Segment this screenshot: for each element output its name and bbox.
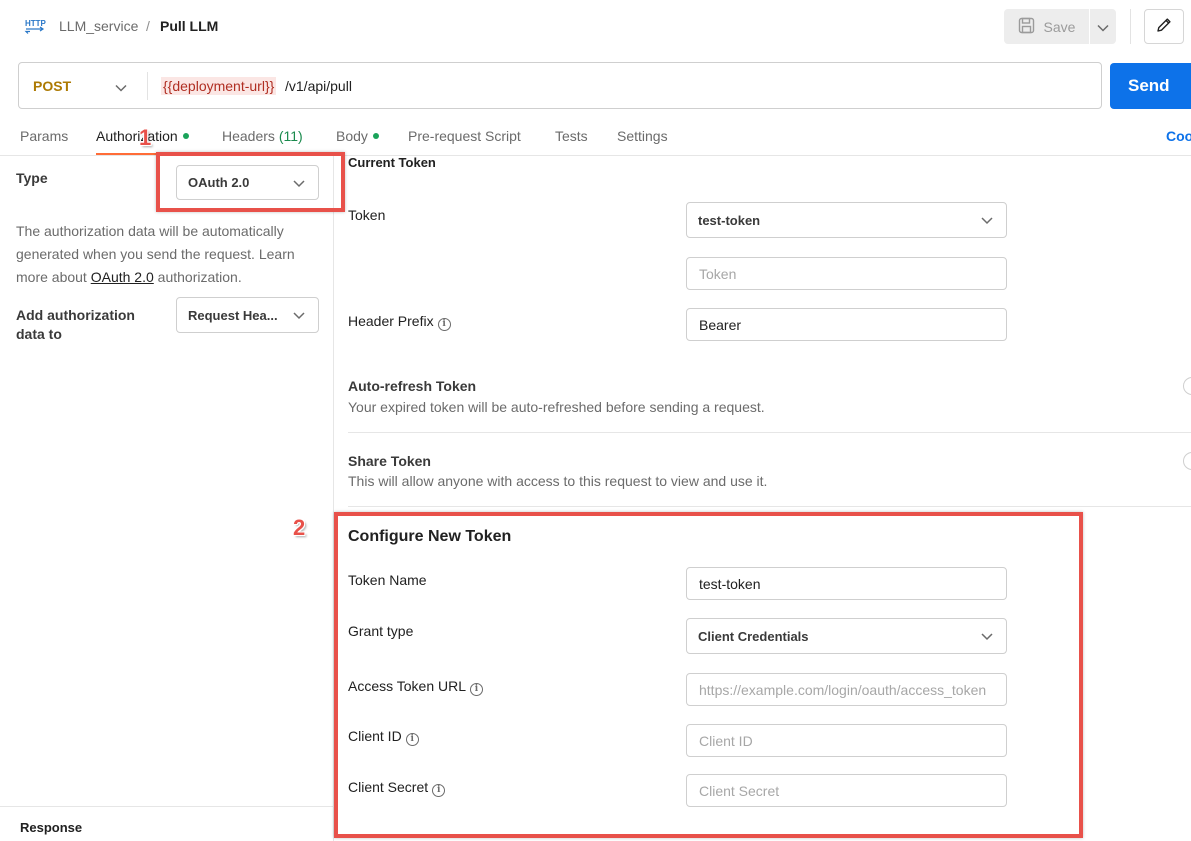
tab-headers[interactable]: Headers (11) xyxy=(222,128,303,144)
tab-label: Authorization xyxy=(96,128,178,144)
tab-settings[interactable]: Settings xyxy=(617,128,668,144)
chevron-down-icon xyxy=(981,213,993,228)
breadcrumb-separator: / xyxy=(146,18,150,34)
share-token-description: This will allow anyone with access to th… xyxy=(348,473,768,489)
tab-label: Tests xyxy=(555,128,588,144)
divider xyxy=(0,806,334,807)
svg-text:HTTP: HTTP xyxy=(25,19,46,28)
chevron-down-icon[interactable] xyxy=(115,79,127,95)
url-input[interactable]: /v1/api/pull xyxy=(285,78,352,94)
response-panel-title[interactable]: Response xyxy=(20,820,82,835)
auto-refresh-toggle[interactable] xyxy=(1183,377,1191,395)
share-token-title: Share Token xyxy=(348,453,431,469)
save-button[interactable]: Save xyxy=(1004,9,1089,44)
headers-count: (11) xyxy=(278,128,303,144)
annotation-box-2 xyxy=(334,512,1083,838)
divider xyxy=(1130,9,1131,44)
chevron-down-icon xyxy=(293,308,305,323)
token-select[interactable]: test-token xyxy=(686,202,1007,238)
tab-params[interactable]: Params xyxy=(20,128,68,144)
breadcrumb-request-name[interactable]: Pull LLM xyxy=(160,18,218,34)
status-dot xyxy=(182,133,189,139)
tab-label: Pre-request Script xyxy=(408,128,521,144)
token-label: Token xyxy=(348,207,386,223)
auth-type-label: Type xyxy=(16,170,48,186)
add-auth-data-select[interactable]: Request Hea... xyxy=(176,297,319,333)
divider xyxy=(147,72,148,100)
url-environment-variable[interactable]: {{deployment-url}} xyxy=(161,77,277,95)
send-button[interactable]: Send xyxy=(1110,63,1191,109)
pencil-icon xyxy=(1155,16,1173,37)
edit-button[interactable] xyxy=(1144,9,1184,44)
tab-label: Settings xyxy=(617,128,668,144)
oauth-docs-link[interactable]: OAuth 2.0 xyxy=(91,269,154,285)
divider xyxy=(348,432,1191,433)
url-bar: POST {{deployment-url}} /v1/api/pull xyxy=(18,62,1102,109)
annotation-marker-1: 1 xyxy=(139,125,152,150)
add-auth-data-value: Request Hea... xyxy=(188,307,278,323)
tab-label: Headers xyxy=(222,128,275,144)
request-header: HTTP LLM_service / Pull LLM Save xyxy=(0,0,1191,52)
status-dot xyxy=(372,133,379,139)
tab-pre-request-script[interactable]: Pre-request Script xyxy=(408,128,521,144)
save-icon xyxy=(1018,17,1035,37)
info-icon[interactable]: i xyxy=(437,318,451,331)
auth-description: The authorization data will be automatic… xyxy=(16,220,321,289)
tab-tests[interactable]: Tests xyxy=(555,128,588,144)
token-input[interactable]: Token xyxy=(686,257,1007,290)
add-auth-data-label: Add authorization data to xyxy=(16,307,135,342)
save-label: Save xyxy=(1043,18,1076,35)
header-prefix-text: Header Prefix xyxy=(348,313,434,329)
divider xyxy=(348,506,1191,507)
tab-label: Params xyxy=(20,128,69,144)
cookies-link[interactable]: Coo xyxy=(1166,128,1191,144)
annotation-marker-2: 2 xyxy=(293,515,306,540)
method-select[interactable]: POST xyxy=(33,78,71,94)
save-options-button[interactable] xyxy=(1090,9,1116,44)
http-icon: HTTP xyxy=(24,17,47,34)
auto-refresh-title: Auto-refresh Token xyxy=(348,378,477,394)
tab-body[interactable]: Body xyxy=(336,128,379,144)
chevron-down-icon xyxy=(1097,19,1109,35)
share-token-toggle[interactable] xyxy=(1183,452,1191,470)
save-button-group: Save xyxy=(1004,9,1116,44)
header-prefix-label: Header Prefix i xyxy=(348,313,451,331)
breadcrumb-collection[interactable]: LLM_service xyxy=(59,18,138,34)
auth-description-suffix: authorization. xyxy=(153,269,242,285)
current-token-heading: Current Token xyxy=(348,155,436,170)
token-select-value: test-token xyxy=(698,212,761,228)
auto-refresh-description: Your expired token will be auto-refreshe… xyxy=(348,399,765,415)
annotation-box-1 xyxy=(156,152,345,212)
header-prefix-input[interactable]: Bearer xyxy=(686,308,1007,341)
tab-label: Body xyxy=(336,128,368,144)
